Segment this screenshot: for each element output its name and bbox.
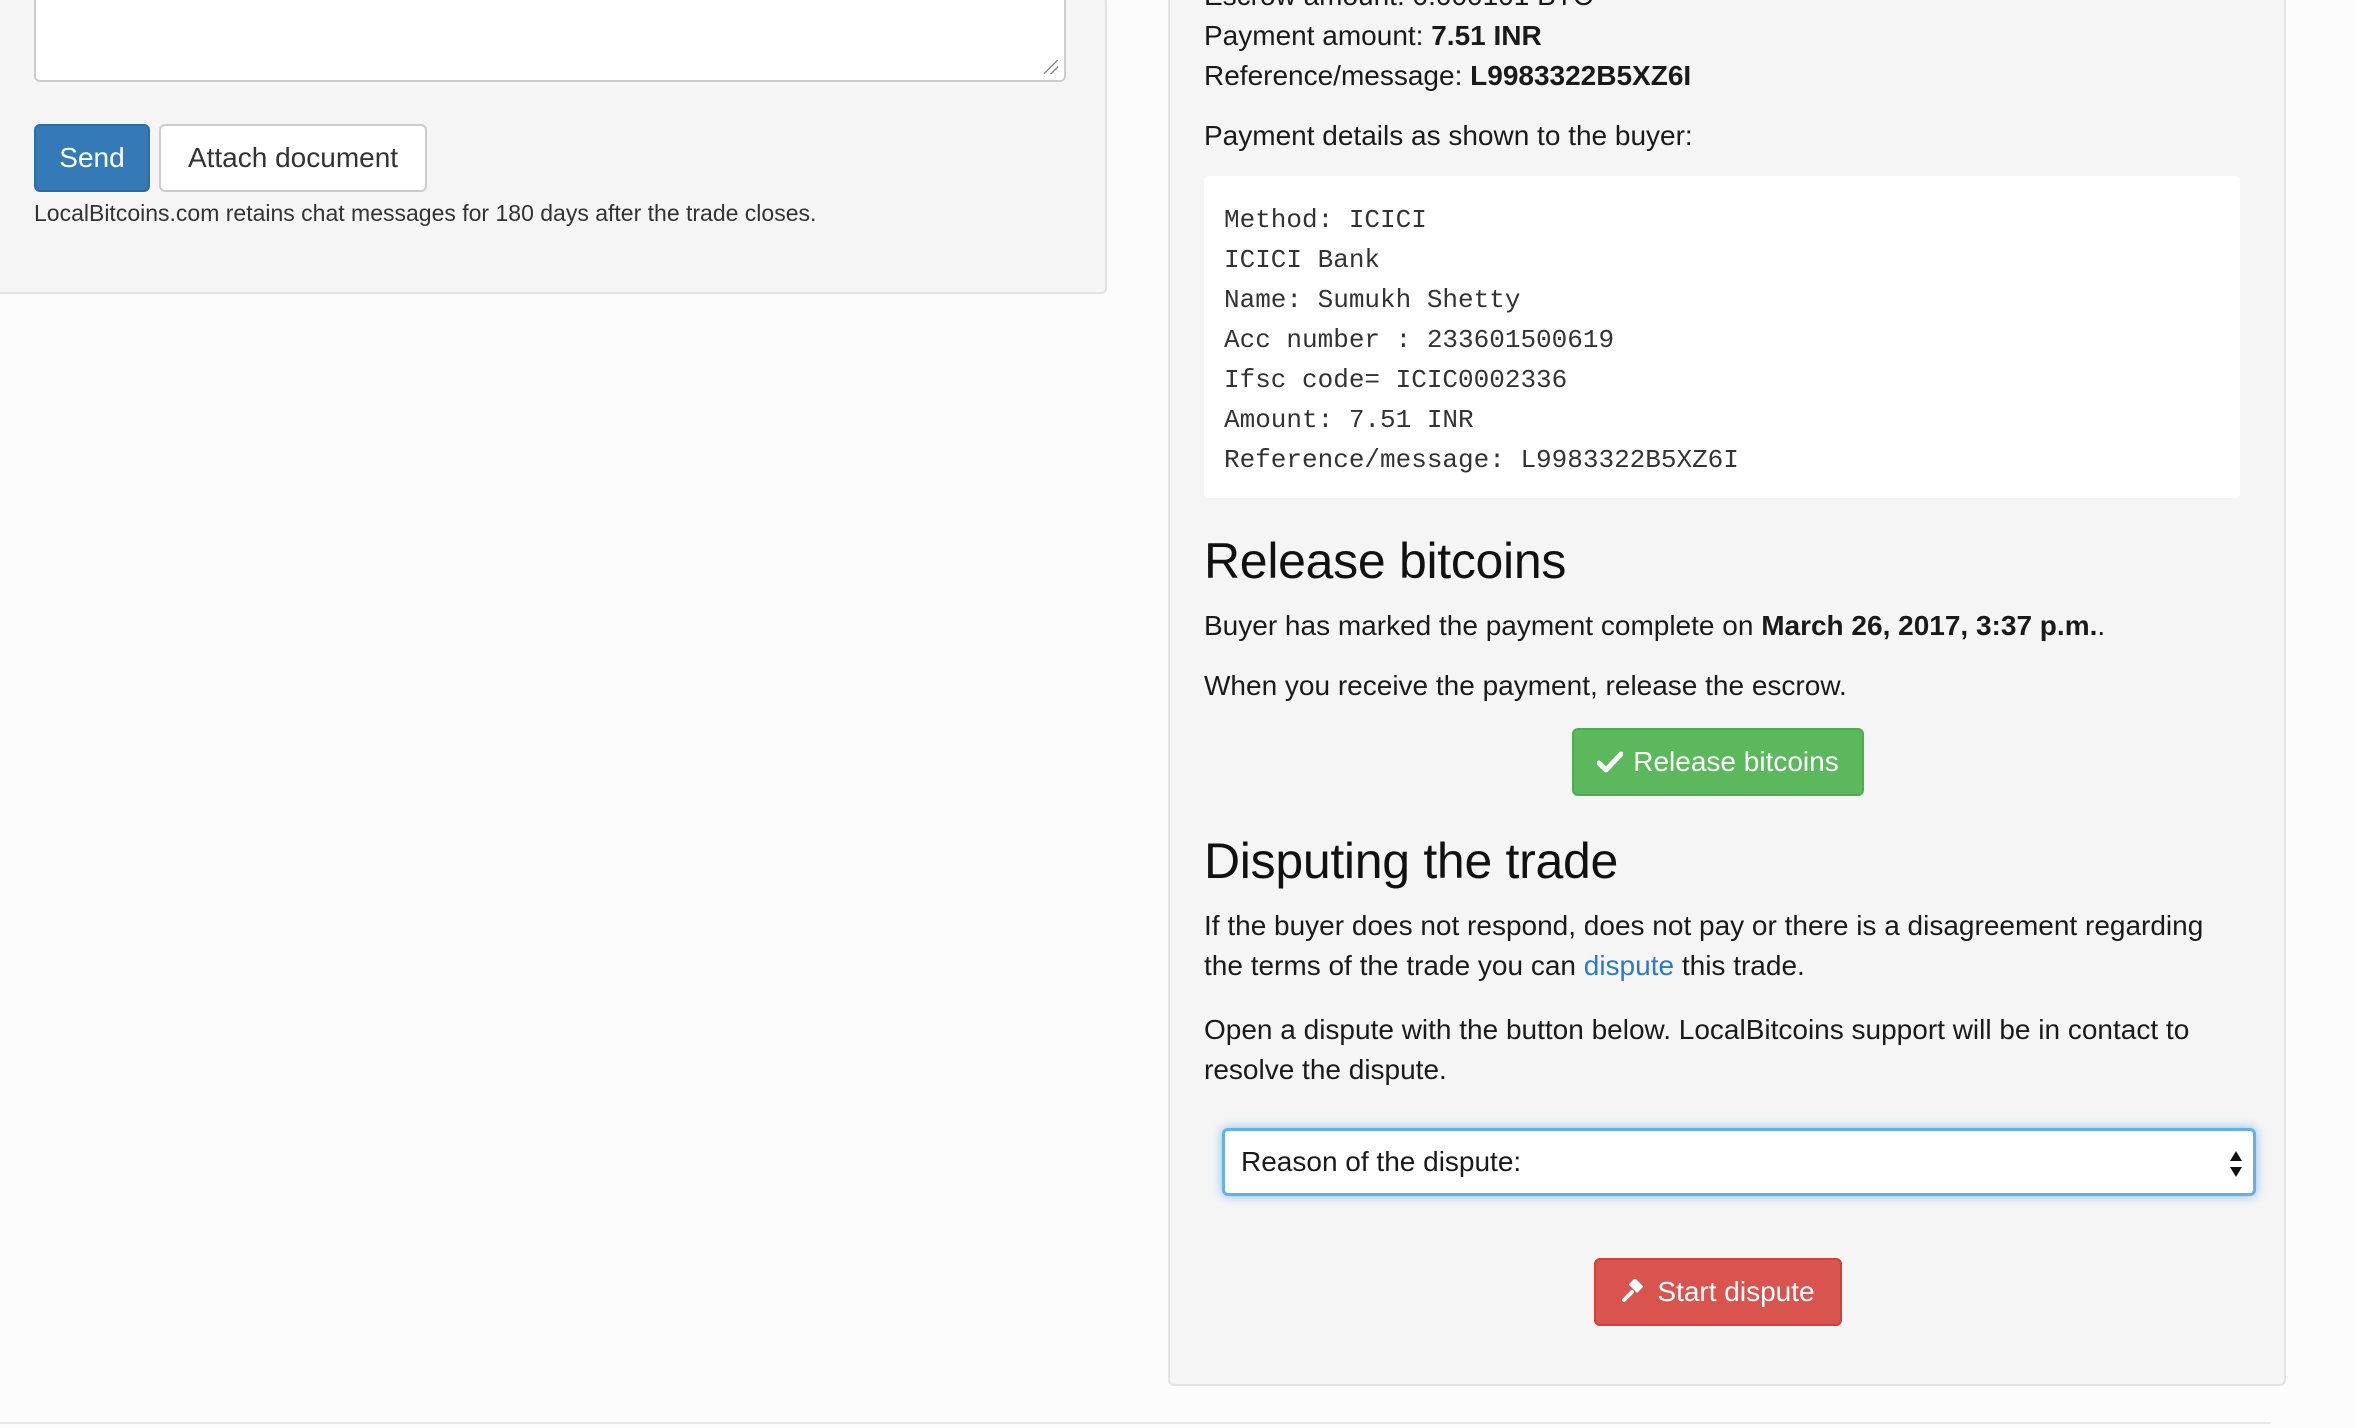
release-instruction: When you receive the payment, release th…: [1204, 670, 1847, 701]
reference-value: L9983322B5XZ6I: [1470, 60, 1692, 91]
send-button[interactable]: Send: [34, 124, 150, 192]
dispute-para1-suffix: this trade.: [1674, 950, 1805, 981]
payment-details-intro: Payment details as shown to the buyer:: [1204, 120, 1693, 151]
payment-detail-line: Acc number : 233601500619: [1224, 325, 1615, 355]
payment-marked-line: Buyer has marked the payment complete on…: [1204, 610, 2105, 642]
reference-label: Reference/message:: [1204, 60, 1463, 91]
escrow-amount-line: Escrow amount: 0.000101 BTC: [1204, 0, 1593, 12]
payment-detail-line: Ifsc code= ICIC0002336: [1224, 365, 1568, 395]
dispute-link[interactable]: dispute: [1584, 950, 1674, 981]
payment-detail-line: ICICI Bank: [1224, 245, 1381, 275]
payment-details-box: Method: ICICI ICICI Bank Name: Sumukh Sh…: [1204, 176, 2240, 498]
dispute-paragraph-1: If the buyer does not respond, does not …: [1204, 906, 2234, 986]
payment-amount-line: Payment amount: 7.51 INR: [1204, 20, 1542, 52]
gavel-icon: [1621, 1279, 1647, 1305]
reference-line: Reference/message: L9983322B5XZ6I: [1204, 60, 1691, 92]
footer-divider: [0, 1422, 2270, 1424]
chat-retention-note: LocalBitcoins.com retains chat messages …: [34, 200, 817, 226]
resize-grip-icon[interactable]: [1044, 60, 1058, 74]
check-icon: [1597, 751, 1624, 773]
payment-marked-date: March 26, 2017, 3:37 p.m.: [1761, 610, 2098, 641]
dispute-reason-value: Reason of the dispute:: [1241, 1146, 1522, 1177]
payment-detail-line: Method: ICICI: [1224, 205, 1427, 235]
payment-marked-prefix: Buyer has marked the payment complete on: [1204, 610, 1762, 641]
dispute-heading: Disputing the trade: [1204, 833, 1619, 889]
chat-message-textarea[interactable]: [34, 0, 1066, 82]
release-heading: Release bitcoins: [1204, 533, 1567, 589]
release-bitcoins-label: Release bitcoins: [1633, 746, 1839, 777]
start-dispute-label: Start dispute: [1657, 1276, 1815, 1307]
select-arrows-icon: [2229, 1149, 2243, 1179]
payment-detail-line: Name: Sumukh Shetty: [1224, 285, 1521, 315]
dispute-reason-select[interactable]: Reason of the dispute:: [1222, 1128, 2256, 1196]
payment-amount-label: Payment amount:: [1204, 20, 1424, 51]
payment-amount-value: 7.51 INR: [1431, 20, 1542, 51]
dispute-paragraph-2: Open a dispute with the button below. Lo…: [1204, 1014, 2190, 1085]
start-dispute-button[interactable]: Start dispute: [1594, 1258, 1842, 1326]
payment-marked-suffix: .: [2097, 610, 2106, 641]
release-bitcoins-button[interactable]: Release bitcoins: [1572, 728, 1864, 796]
payment-detail-line: Reference/message: L9983322B5XZ6I: [1224, 445, 1739, 475]
attach-document-button[interactable]: Attach document: [159, 124, 427, 192]
payment-detail-line: Amount: 7.51 INR: [1224, 405, 1474, 435]
